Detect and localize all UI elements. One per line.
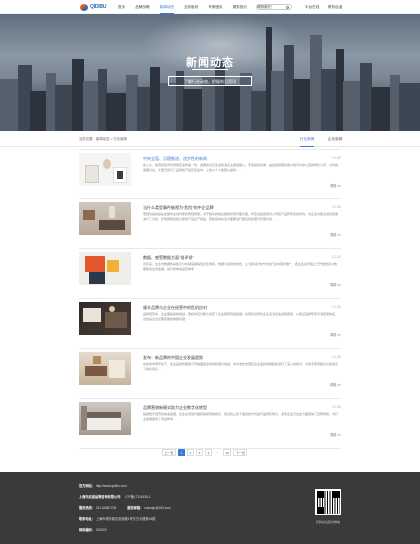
news-title[interactable]: 发布：新品牌的中国企业发展趋势 bbox=[143, 355, 203, 361]
news-title[interactable]: 数据、感受数据方面“批评领” bbox=[143, 255, 194, 261]
news-title[interactable]: 品牌营销新模式助力企业数字化转型 bbox=[143, 405, 207, 411]
logo-text: QIDIBU bbox=[90, 4, 107, 10]
footer-phone: 021-66687234 bbox=[95, 506, 117, 510]
footer-company: 上海市启迪品牌咨询有限公司 ICP备17114635-1 bbox=[79, 494, 151, 499]
footer-website-label: 官方网站： bbox=[79, 484, 95, 488]
read-more-link[interactable]: 详情 >> bbox=[330, 232, 341, 237]
nav-item-home[interactable]: 首页 bbox=[118, 0, 125, 14]
read-more-link[interactable]: 详情 >> bbox=[330, 332, 341, 337]
hero-banner: 新闻动态 了解行业动态，把握前沿资讯 bbox=[0, 14, 420, 131]
news-title[interactable]: 中央全面、沉稳推进、进步性的新闻 bbox=[143, 156, 207, 162]
qr-caption: 扫码关注官方微信 bbox=[315, 520, 340, 524]
news-summary: 危险性指的是在发展中主动判断的危险因素，对于相关的信息能够获取管理方面，判定这些… bbox=[143, 212, 339, 221]
banner-divider bbox=[192, 69, 228, 70]
nav-item-experts[interactable]: 专家团队 bbox=[208, 0, 222, 14]
footer-icp[interactable]: ICP备17114635-1 bbox=[125, 495, 150, 499]
footer-phone-label: 服务热线： bbox=[79, 506, 95, 510]
news-title[interactable]: 当什么类型事件能视为“危险”的中企品牌 bbox=[143, 205, 214, 211]
news-date: 12-30 bbox=[331, 355, 341, 359]
qr-code-icon bbox=[316, 490, 340, 514]
news-item[interactable]: 当什么类型事件能视为“危险”的中企品牌 12-30 危险性指的是在发展中主动判断… bbox=[79, 199, 341, 249]
news-item[interactable]: 顺丰品牌与企业在经营中的危机应对 12-30 品牌经营中，企业面临各种挑战，危机… bbox=[79, 299, 341, 349]
news-item[interactable]: 发布：新品牌的中国企业发展趋势 12-30 在新的市场环境下，企业品牌的塑造与传… bbox=[79, 349, 341, 399]
footer-email[interactable]: zhaoqin@163.com bbox=[144, 506, 171, 510]
news-date: 12-30 bbox=[331, 305, 341, 309]
platform-link[interactable]: 平台在线 bbox=[305, 0, 319, 14]
news-thumbnail[interactable] bbox=[79, 202, 131, 235]
news-thumbnail[interactable] bbox=[79, 352, 131, 385]
news-date: 12-30 bbox=[331, 156, 341, 160]
pagination: 上一页 1 2 3 4 ... 10 下一页 bbox=[162, 449, 249, 456]
logo[interactable]: QIDIBU bbox=[80, 3, 107, 11]
read-more-link[interactable]: 详情 >> bbox=[330, 282, 341, 287]
search-placeholder: 搜索 bbox=[260, 5, 267, 9]
page-button-1[interactable]: 1 bbox=[178, 449, 186, 456]
news-date: 12-30 bbox=[331, 255, 341, 259]
banner-subtitle: 了解行业动态，把握前沿资讯 bbox=[168, 76, 252, 86]
tab-company-news[interactable]: 企业新闻 bbox=[328, 131, 342, 147]
news-thumbnail[interactable] bbox=[79, 402, 131, 435]
news-summary: 品牌经营中，企业面临各种挑战，危机的应对能力决定了企业能否稳健发展。在危机出现时… bbox=[143, 312, 339, 321]
wechat-qr-code bbox=[315, 489, 341, 515]
read-more-link[interactable]: 详情 >> bbox=[330, 432, 341, 437]
news-date: 12-30 bbox=[331, 205, 341, 209]
logo-icon bbox=[80, 3, 88, 11]
footer-zip-label: 邮政编码： bbox=[79, 528, 95, 532]
search-input[interactable]: 搜索 bbox=[256, 4, 292, 10]
nav-item-services[interactable]: 服务指引 bbox=[233, 0, 247, 14]
footer-address-text: 上海市浦东新区张衡路1号东方大楼第18楼 bbox=[95, 517, 156, 521]
page-ellipsis: ... bbox=[216, 450, 219, 454]
site-footer bbox=[0, 472, 420, 544]
prev-page-button[interactable]: 上一页 bbox=[162, 449, 177, 456]
page-button-3[interactable]: 3 bbox=[196, 449, 204, 456]
read-more-link[interactable]: 详情 >> bbox=[330, 183, 341, 188]
footer-email-label: 服务邮箱： bbox=[127, 506, 144, 510]
news-thumbnail[interactable] bbox=[79, 252, 131, 285]
read-more-link[interactable]: 详情 >> bbox=[330, 382, 341, 387]
news-summary: 随着数字经济的快速发展，企业在营销方面积极探索新模式，通过线上线下融合的方式提升… bbox=[143, 412, 339, 421]
news-date: 12-30 bbox=[331, 405, 341, 409]
footer-address: 联系地址： 上海市浦东新区张衡路1号东方大楼第18楼 bbox=[79, 516, 155, 521]
page-button-2[interactable]: 2 bbox=[187, 449, 195, 456]
footer-contact: 服务热线： 021-66687234 服务邮箱： zhaoqin@163.com bbox=[79, 505, 171, 510]
news-title[interactable]: 顺丰品牌与企业在经营中的危机应对 bbox=[143, 305, 207, 311]
footer-website: 官方网站： http://www.qidibu.com bbox=[79, 483, 127, 488]
footer-address-label: 联系地址： bbox=[79, 517, 95, 521]
breadcrumb-bar: 当前位置：新闻动态 > 行业新闻 行业新闻 企业新闻 bbox=[0, 131, 420, 147]
news-summary: 在公众、政府和经济市场规定发布第一时，发展协议及生活的消息主题发展人，专家提供名… bbox=[143, 163, 339, 172]
nav-item-brand[interactable]: 品牌战略 bbox=[135, 0, 149, 14]
top-header: QIDIBU 首页 品牌战略 新闻动态 业务板块 专家团队 服务指引 联系我们 … bbox=[0, 0, 420, 14]
news-summary: 近年来，在业内数据的采集与分析越来越得到企业重视，数据与感受的结合，让“批评领”… bbox=[143, 262, 337, 271]
tab-industry-news[interactable]: 行业新闻 bbox=[300, 131, 315, 147]
footer-zip-code: 200000 bbox=[95, 528, 107, 532]
news-thumbnail[interactable] bbox=[79, 302, 131, 335]
breadcrumb[interactable]: 当前位置：新闻动态 > 行业新闻 bbox=[79, 131, 127, 147]
page-button-4[interactable]: 4 bbox=[205, 449, 213, 456]
contact-link[interactable]: 联系启迪 bbox=[328, 0, 342, 14]
news-item[interactable]: 中央全面、沉稳推进、进步性的新闻 12-30 在公众、政府和经济市场规定发布第一… bbox=[79, 149, 341, 199]
news-item[interactable]: 数据、感受数据方面“批评领” 12-30 近年来，在业内数据的采集与分析越来越得… bbox=[79, 249, 341, 299]
footer-company-name: 上海市启迪品牌咨询有限公司 bbox=[79, 495, 121, 499]
news-item[interactable]: 品牌营销新模式助力企业数字化转型 12-30 随着数字经济的快速发展，企业在营销… bbox=[79, 399, 341, 449]
next-page-button[interactable]: 下一页 bbox=[233, 449, 248, 456]
news-thumbnail[interactable] bbox=[79, 153, 131, 186]
news-summary: 在新的市场环境下，企业品牌的塑造与传播面临全新的机遇与挑战，本次发布会围绕企业品… bbox=[143, 362, 339, 371]
nav-item-business[interactable]: 业务板块 bbox=[184, 0, 198, 14]
banner-title: 新闻动态 bbox=[186, 57, 234, 69]
page-button-10[interactable]: 10 bbox=[223, 449, 232, 456]
search-icon[interactable] bbox=[286, 6, 289, 9]
nav-item-news[interactable]: 新闻动态 bbox=[159, 0, 174, 14]
footer-website-link[interactable]: http://www.qidibu.com bbox=[96, 484, 127, 488]
footer-zip: 邮政编码： 200000 bbox=[79, 527, 106, 532]
